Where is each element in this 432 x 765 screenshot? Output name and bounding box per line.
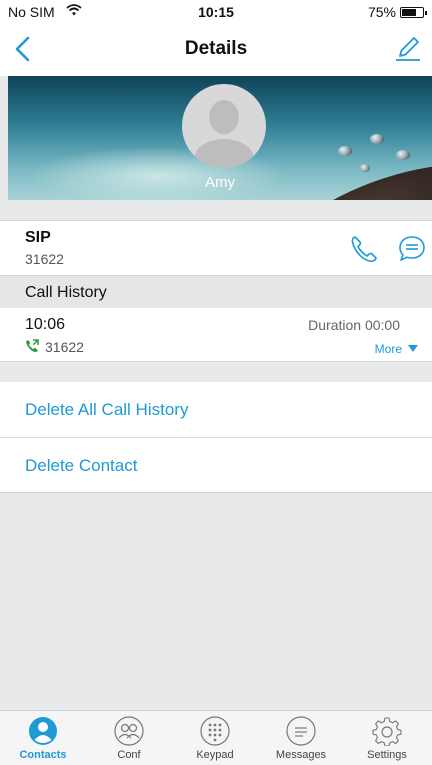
call-duration: Duration 00:00 (308, 317, 400, 333)
sip-label: SIP (25, 229, 51, 246)
tab-keypad[interactable]: Keypad (172, 711, 258, 765)
contact-name: Amy (205, 174, 235, 191)
water-drop (370, 134, 384, 144)
battery-percent: 75% (367, 4, 396, 20)
tab-conf[interactable]: Conf (86, 711, 172, 765)
tab-label: Keypad (196, 749, 234, 761)
contact-avatar[interactable] (182, 84, 266, 168)
outgoing-call-icon (26, 339, 39, 353)
tab-label: Contacts (19, 749, 67, 761)
tab-bar: Contacts Conf Keypad Messages Settings (0, 710, 432, 765)
call-history-entry[interactable]: 10:06 31622 Duration 00:00 More (0, 308, 432, 362)
messages-icon (286, 716, 316, 746)
tab-label: Messages (275, 749, 327, 761)
sip-number: 31622 (25, 251, 64, 267)
delete-contact-button[interactable]: Delete Contact (0, 437, 432, 492)
call-history-title: Call History (25, 284, 107, 301)
contacts-icon (29, 717, 57, 745)
settings-icon (372, 717, 402, 746)
chevron-down-icon[interactable] (408, 345, 418, 352)
nav-bar: Details (0, 24, 432, 76)
more-button[interactable]: More (375, 342, 402, 356)
water-drop (360, 164, 370, 172)
call-time: 10:06 (25, 316, 66, 333)
call-history-header: Call History (0, 276, 432, 308)
section-spacer (0, 200, 432, 220)
avatar-head (209, 100, 239, 134)
delete-all-call-history-label: Delete All Call History (25, 400, 189, 419)
phone-icon[interactable] (348, 233, 380, 265)
call-number: 31622 (45, 339, 84, 355)
tab-label: Conf (117, 749, 141, 761)
tab-label: Settings (367, 749, 407, 761)
water-drop (338, 146, 352, 156)
empty-area (0, 492, 432, 710)
delete-all-call-history-button[interactable]: Delete All Call History (0, 382, 432, 437)
avatar-body (194, 139, 254, 168)
conference-icon (114, 716, 144, 746)
message-icon[interactable] (398, 235, 426, 263)
tab-contacts[interactable]: Contacts (0, 711, 86, 765)
status-bar: No SIM 10:15 75% (0, 0, 432, 24)
edit-icon[interactable] (392, 32, 424, 64)
sip-number-row: SIP 31622 (0, 220, 432, 276)
page-title: Details (184, 38, 248, 59)
keypad-icon (200, 716, 230, 746)
delete-contact-label: Delete Contact (25, 456, 138, 475)
contact-header-banner: Amy (8, 76, 432, 200)
section-spacer (0, 362, 432, 382)
water-drop (396, 150, 410, 160)
tab-settings[interactable]: Settings (344, 711, 430, 765)
battery-icon (400, 7, 427, 18)
tab-messages[interactable]: Messages (258, 711, 344, 765)
